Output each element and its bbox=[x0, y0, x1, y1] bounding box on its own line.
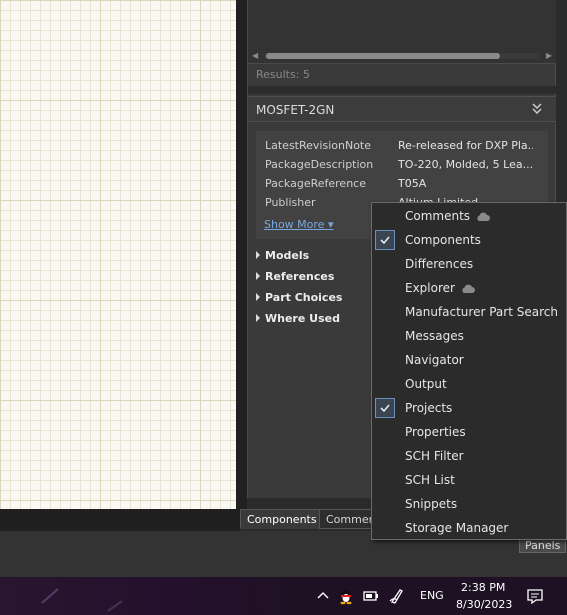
menu-item-properties[interactable]: Properties bbox=[372, 420, 566, 444]
checkmark-icon bbox=[375, 398, 395, 418]
property-name: PackageDescription bbox=[265, 158, 374, 171]
property-value: Re-released for DXP Pla... bbox=[398, 139, 533, 152]
sheet-border bbox=[236, 0, 247, 509]
section-label: Part Choices bbox=[265, 291, 343, 304]
property-row: PackageDescription TO-220, Molded, 5 Lea… bbox=[265, 158, 545, 176]
menu-item-label: Snippets bbox=[405, 497, 458, 511]
pen-ink-icon[interactable] bbox=[388, 587, 406, 605]
menu-item-comments[interactable]: Comments bbox=[372, 204, 566, 228]
section-where-used[interactable]: Where Used bbox=[256, 312, 340, 325]
section-references[interactable]: References bbox=[256, 270, 334, 283]
property-name: LatestRevisionNote bbox=[265, 139, 372, 152]
menu-item-messages[interactable]: Messages bbox=[372, 324, 566, 348]
menu-item-label: Properties bbox=[405, 425, 466, 439]
menu-item-label: SCH List bbox=[405, 473, 455, 487]
scroll-thumb[interactable] bbox=[266, 53, 500, 59]
part-header[interactable]: MOSFET-2GN bbox=[248, 96, 556, 122]
section-part-choices[interactable]: Part Choices bbox=[256, 291, 342, 304]
expand-arrow-icon bbox=[256, 251, 260, 259]
property-name: PackageReference bbox=[265, 177, 366, 190]
expand-arrow-icon bbox=[256, 314, 260, 322]
property-row: PackageReference T05A bbox=[265, 177, 545, 195]
menu-item-label: Navigator bbox=[405, 353, 464, 367]
menu-item-label: Output bbox=[405, 377, 447, 391]
collapse-chevron-icon[interactable] bbox=[530, 101, 544, 117]
property-name: Publisher bbox=[265, 196, 316, 209]
menu-item-sch-filter[interactable]: SCH Filter bbox=[372, 444, 566, 468]
cloud-icon bbox=[477, 212, 491, 221]
property-value: TO-220, Molded, 5 Lea... bbox=[398, 158, 533, 171]
panel-divider bbox=[248, 86, 556, 94]
clock-time[interactable]: 2:38 PM bbox=[461, 581, 505, 594]
menu-item-explorer[interactable]: Explorer bbox=[372, 276, 566, 300]
menu-item-sch-list[interactable]: SCH List bbox=[372, 468, 566, 492]
results-count: Results: 5 bbox=[256, 68, 310, 81]
show-hidden-icons-icon[interactable] bbox=[314, 587, 332, 605]
section-label: References bbox=[265, 270, 335, 283]
menu-item-differences[interactable]: Differences bbox=[372, 252, 566, 276]
menu-item-projects[interactable]: Projects bbox=[372, 396, 566, 420]
tab-components[interactable]: Components bbox=[240, 509, 324, 529]
menu-item-navigator[interactable]: Navigator bbox=[372, 348, 566, 372]
show-more-link[interactable]: Show More ▾ bbox=[264, 218, 333, 231]
menu-item-storage-manager[interactable]: Storage Manager bbox=[372, 516, 566, 540]
expand-arrow-icon bbox=[256, 293, 260, 301]
part-title: MOSFET-2GN bbox=[256, 103, 335, 117]
panels-menu: Comments Components Differences Explorer… bbox=[371, 202, 567, 540]
menu-item-output[interactable]: Output bbox=[372, 372, 566, 396]
menu-item-label: Messages bbox=[405, 329, 464, 343]
menu-item-label: Components bbox=[405, 233, 481, 247]
menu-item-manufacturer-part-search[interactable]: Manufacturer Part Search bbox=[372, 300, 566, 324]
taskbar-background bbox=[0, 577, 300, 615]
menu-item-label: Comments bbox=[405, 209, 471, 223]
property-row: LatestRevisionNote Re-released for DXP P… bbox=[265, 139, 545, 157]
menu-item-components[interactable]: Components bbox=[372, 228, 566, 252]
menu-item-label: Projects bbox=[405, 401, 453, 415]
horizontal-scrollbar[interactable]: ◀ ▶ bbox=[252, 50, 552, 62]
section-models[interactable]: Models bbox=[256, 249, 309, 262]
taskbar: ENG 2:38 PM 8/30/2023 bbox=[0, 577, 567, 615]
battery-plug-icon[interactable] bbox=[361, 587, 379, 605]
menu-item-label: Differences bbox=[405, 257, 474, 271]
scroll-left-icon[interactable]: ◀ bbox=[252, 50, 258, 62]
expand-arrow-icon bbox=[256, 272, 260, 280]
notifications-icon[interactable] bbox=[526, 587, 544, 605]
workspace-bottom bbox=[0, 509, 240, 531]
schematic-sheet[interactable] bbox=[0, 0, 236, 509]
menu-item-label: Explorer bbox=[405, 281, 455, 295]
qq-penguin-icon[interactable] bbox=[337, 587, 355, 605]
menu-item-snippets[interactable]: Snippets bbox=[372, 492, 566, 516]
property-value: T05A bbox=[398, 177, 427, 190]
sheet-grid bbox=[0, 0, 236, 509]
checkmark-icon bbox=[375, 230, 395, 250]
menu-item-label: Storage Manager bbox=[405, 521, 509, 535]
wallpaper-streaks-icon bbox=[41, 588, 123, 612]
cloud-icon bbox=[462, 284, 475, 293]
section-label: Where Used bbox=[265, 312, 340, 325]
menu-item-label: Manufacturer Part Search bbox=[405, 305, 558, 319]
section-label: Models bbox=[265, 249, 310, 262]
menu-item-label: SCH Filter bbox=[405, 449, 464, 463]
scroll-right-icon[interactable]: ▶ bbox=[546, 50, 552, 62]
input-language[interactable]: ENG bbox=[420, 589, 444, 602]
clock-date[interactable]: 8/30/2023 bbox=[456, 598, 512, 611]
